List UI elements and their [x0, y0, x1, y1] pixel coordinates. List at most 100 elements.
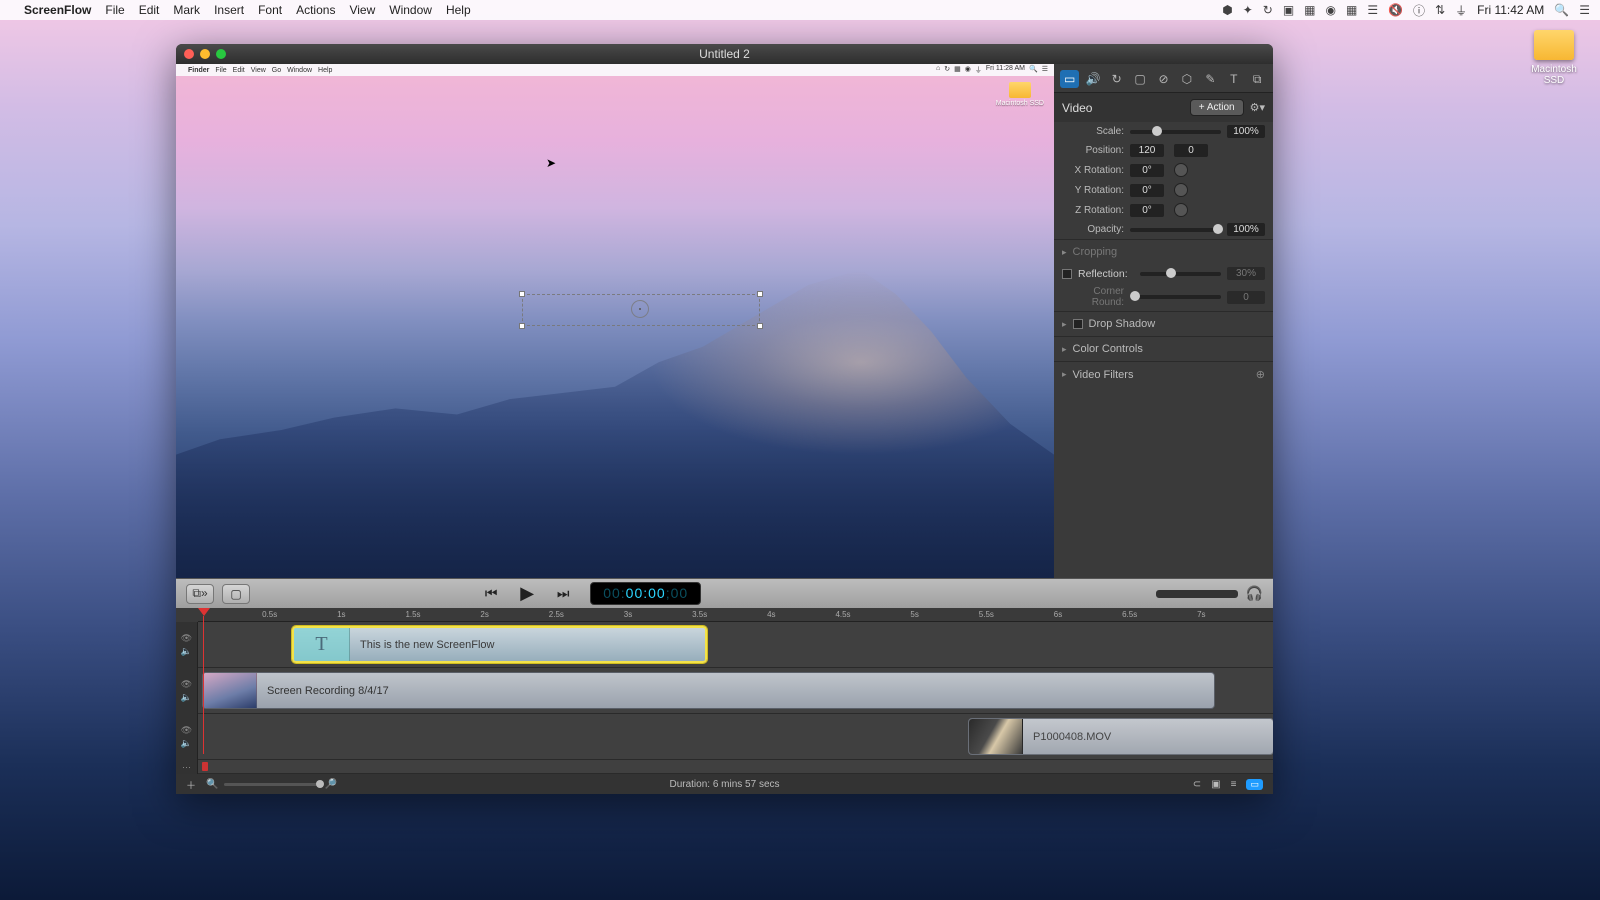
status-icon[interactable]: ◉	[1326, 3, 1336, 17]
opacity-slider[interactable]	[1130, 228, 1221, 232]
picture-icon[interactable]: ▣	[1211, 779, 1220, 790]
status-icon[interactable]: ▦	[1346, 3, 1357, 17]
yrot-field[interactable]: 0°	[1130, 184, 1164, 197]
tab-audio[interactable]: 🔊	[1083, 70, 1102, 88]
menu-insert[interactable]: Insert	[214, 3, 244, 17]
menu-window[interactable]: Window	[389, 3, 432, 17]
yrot-row: Y Rotation: 0°	[1054, 180, 1273, 200]
volume-icon[interactable]: 🔇	[1388, 3, 1403, 17]
cropping-section[interactable]: ▸Cropping	[1054, 239, 1273, 264]
tab-callout[interactable]: ▢	[1130, 70, 1149, 88]
gear-icon[interactable]: ⚙▾	[1250, 101, 1265, 114]
corner-value: 0	[1227, 291, 1265, 304]
zoom-in-icon[interactable]: 🔎	[324, 779, 336, 790]
xrot-field[interactable]: 0°	[1130, 164, 1164, 177]
tab-touch[interactable]: ⊘	[1154, 70, 1173, 88]
menu-view[interactable]: View	[349, 3, 375, 17]
video-clip[interactable]: P1000408.MOV	[968, 718, 1273, 755]
timecode-display[interactable]: 00:00:00;00	[590, 582, 701, 605]
tab-text[interactable]: T	[1224, 70, 1243, 88]
playhead[interactable]	[198, 608, 210, 616]
tab-video[interactable]: ▭	[1060, 70, 1079, 88]
status-icon[interactable]: ↻	[1263, 3, 1273, 17]
resize-handle[interactable]	[757, 323, 763, 329]
clip-label: Screen Recording 8/4/17	[257, 685, 399, 697]
position-x-field[interactable]: 120	[1130, 144, 1164, 157]
track-controls[interactable]: 👁🔈	[176, 668, 198, 714]
reflection-slider[interactable]	[1140, 272, 1221, 276]
track-lane[interactable]: Screen Recording 8/4/17	[198, 668, 1273, 714]
marker[interactable]	[202, 762, 208, 771]
rotation-handle[interactable]	[631, 300, 649, 318]
zrot-dial[interactable]	[1174, 203, 1188, 217]
menu-mark[interactable]: Mark	[173, 3, 200, 17]
videofilters-section[interactable]: ▸Video Filters⊕	[1054, 361, 1273, 387]
status-icon[interactable]: ☰	[1367, 3, 1378, 17]
calendar-icon[interactable]: ▦	[1304, 3, 1315, 17]
status-icon[interactable]: ⇅	[1435, 3, 1445, 17]
status-icon[interactable]: ▣	[1283, 3, 1294, 17]
resize-handle[interactable]	[519, 323, 525, 329]
resize-handle[interactable]	[757, 291, 763, 297]
wifi-icon[interactable]: ⏚	[1455, 2, 1467, 19]
menu-file[interactable]: File	[105, 3, 124, 17]
titlebar[interactable]: Untitled 2	[176, 44, 1273, 64]
snap-badge[interactable]: ▭	[1246, 779, 1263, 790]
track-lane[interactable]	[198, 760, 1273, 774]
app-menu[interactable]: ScreenFlow	[24, 3, 91, 17]
track-controls[interactable]: 👁🔈	[176, 714, 198, 760]
spotlight-icon[interactable]: 🔍	[1554, 3, 1569, 17]
text-selection-box[interactable]	[522, 294, 760, 326]
tab-media[interactable]: ⧉	[1248, 70, 1267, 88]
tab-pen[interactable]: ✎	[1201, 70, 1220, 88]
forward-button[interactable]: ⏭	[554, 585, 572, 602]
xrot-dial[interactable]	[1174, 163, 1188, 177]
zoom-out-icon[interactable]: 🔍	[206, 779, 218, 790]
desktop-hdd-icon[interactable]: Macintosh SSD	[1526, 30, 1582, 86]
headphones-icon[interactable]: 🎧	[1246, 585, 1263, 602]
rewind-button[interactable]: ⏮	[482, 585, 500, 602]
track-controls[interactable]: 👁🔈	[176, 622, 198, 668]
track-controls[interactable]: ⋯	[176, 760, 198, 774]
text-clip[interactable]: T This is the new ScreenFlow	[292, 626, 707, 663]
notification-center-icon[interactable]: ☰	[1579, 3, 1590, 17]
detach-canvas-button[interactable]: ⧉»	[186, 584, 214, 604]
zoom-slider[interactable]	[224, 783, 318, 786]
add-action-button[interactable]: + Action	[1190, 99, 1244, 116]
track-lane[interactable]: P1000408.MOV	[198, 714, 1273, 760]
recording-clip[interactable]: Screen Recording 8/4/17	[202, 672, 1215, 709]
status-icon[interactable]: ✦	[1243, 3, 1253, 17]
timeline-ruler[interactable]: 0.5s1s1.5s2s2.5s3s3.5s4s4.5s5s5.5s6s6.5s…	[198, 608, 1273, 622]
scale-slider[interactable]	[1130, 130, 1221, 134]
dropbox-icon[interactable]: ⬢	[1222, 3, 1232, 17]
eye-icon: 👁	[181, 633, 192, 644]
track-lane[interactable]: T This is the new ScreenFlow	[198, 622, 1273, 668]
dropshadow-checkbox[interactable]	[1073, 319, 1083, 329]
play-button[interactable]: ▶	[518, 583, 536, 604]
ruler-tick: 4.5s	[835, 610, 850, 619]
scale-value[interactable]: 100%	[1227, 125, 1265, 138]
waveform-icon[interactable]: ≡	[1231, 779, 1237, 790]
opacity-value[interactable]: 100%	[1227, 223, 1265, 236]
reflection-checkbox[interactable]	[1062, 269, 1072, 279]
menu-help[interactable]: Help	[446, 3, 471, 17]
crop-button[interactable]: ▢	[222, 584, 250, 604]
position-y-field[interactable]: 0	[1174, 144, 1208, 157]
magnet-icon[interactable]: ⊂	[1193, 779, 1201, 790]
tab-annotations[interactable]: ⬡	[1177, 70, 1196, 88]
corner-slider[interactable]	[1130, 295, 1221, 299]
menu-edit[interactable]: Edit	[139, 3, 160, 17]
status-icon[interactable]: ⓘ	[1413, 2, 1425, 19]
resize-handle[interactable]	[519, 291, 525, 297]
colorcontrols-section[interactable]: ▸Color Controls	[1054, 336, 1273, 361]
volume-slider[interactable]	[1156, 590, 1238, 598]
add-track-button[interactable]: ＋	[186, 777, 196, 792]
canvas-preview[interactable]: Finder File Edit View Go Window Help ⌂ ↻…	[176, 64, 1054, 578]
menu-actions[interactable]: Actions	[296, 3, 335, 17]
menu-font[interactable]: Font	[258, 3, 282, 17]
tab-screen-recording[interactable]: ↻	[1107, 70, 1126, 88]
dropshadow-section[interactable]: ▸Drop Shadow	[1054, 311, 1273, 336]
zrot-field[interactable]: 0°	[1130, 204, 1164, 217]
yrot-dial[interactable]	[1174, 183, 1188, 197]
clock[interactable]: Fri 11:42 AM	[1477, 3, 1544, 17]
